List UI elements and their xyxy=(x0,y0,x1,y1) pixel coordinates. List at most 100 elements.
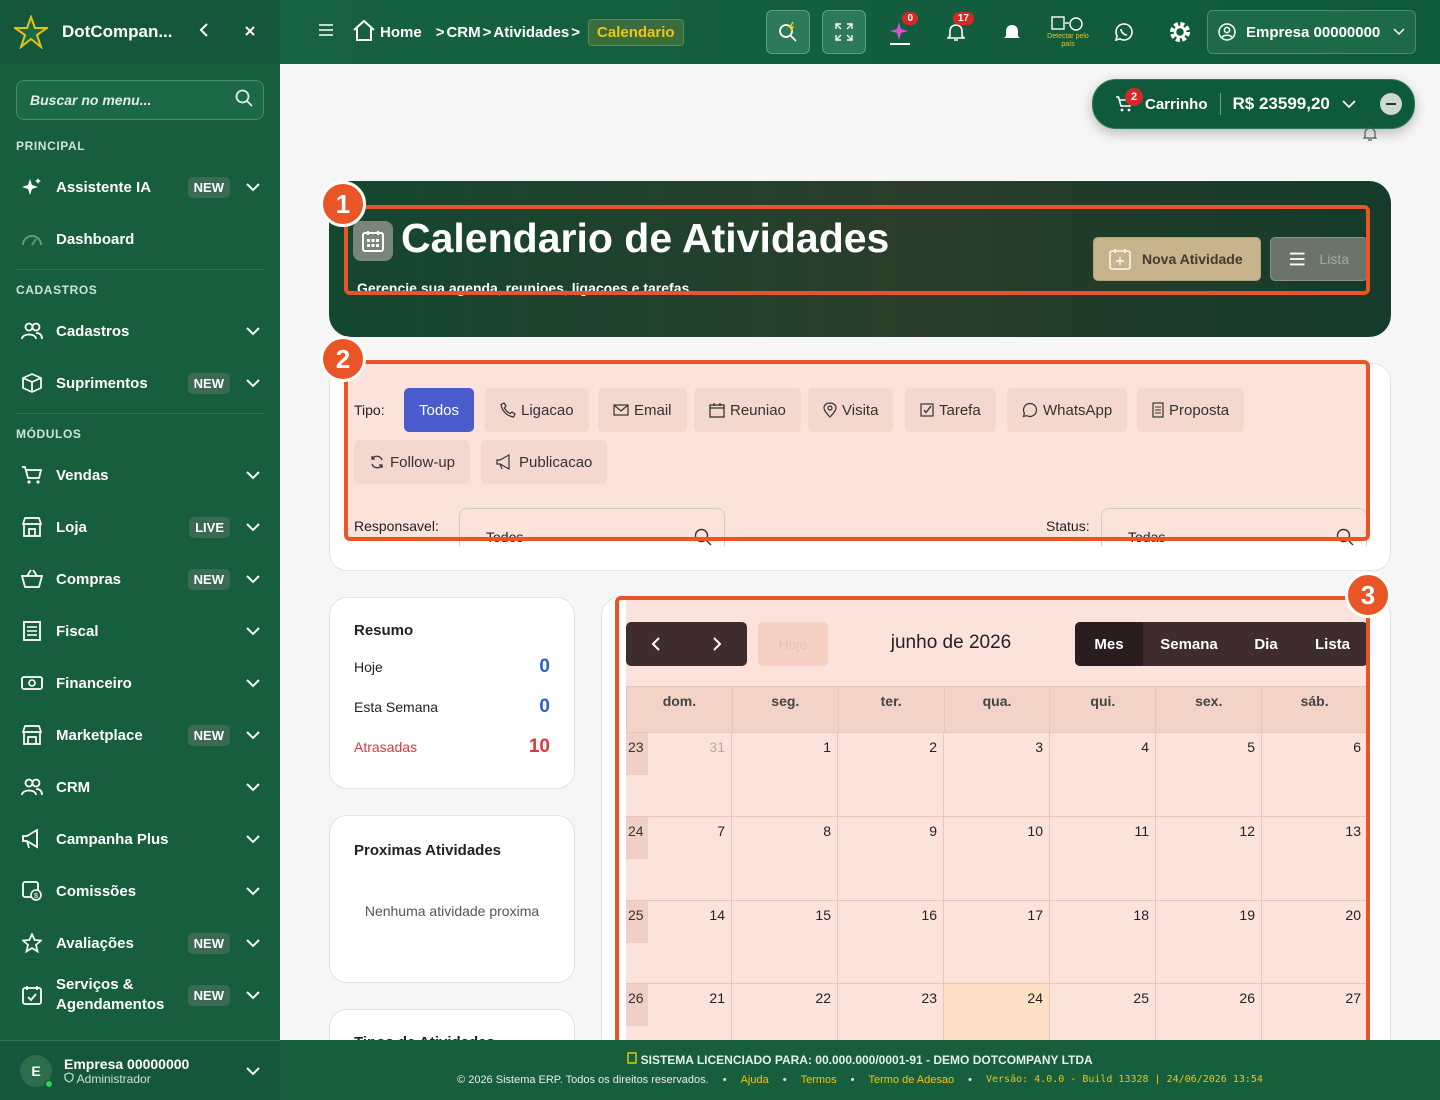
license-line: SISTEMA LICENCIADO PARA: 00.000.000/0001… xyxy=(280,1052,1440,1067)
users-icon xyxy=(20,322,44,340)
online-indicator xyxy=(45,1079,53,1088)
sidebar-item-assistente-ia[interactable]: Assistente IA NEW xyxy=(0,161,280,213)
sidebar-item-label: Serviços & Agendamentos xyxy=(56,976,165,1013)
sidebar-item-suprimentos[interactable]: Suprimentos NEW xyxy=(0,357,280,409)
cart-widget[interactable]: 2 Carrinho R$ 23599,20 xyxy=(1092,79,1415,129)
detect-country-label: Detectar pelo país xyxy=(1047,33,1089,48)
annotation-number-1: 1 xyxy=(320,181,366,227)
sidebar-item-label: Dashboard xyxy=(56,230,135,248)
box-icon xyxy=(20,373,44,393)
breadcrumb-separator: > xyxy=(571,23,581,41)
breadcrumb-separator: > xyxy=(482,23,492,41)
sidebar-item-fiscal[interactable]: Fiscal xyxy=(0,605,280,657)
search-icon[interactable] xyxy=(235,89,253,112)
alerts-button[interactable] xyxy=(990,10,1034,54)
summary-row-semana[interactable]: Esta Semana 0 xyxy=(354,687,550,727)
breadcrumb-home[interactable]: Home xyxy=(380,24,422,41)
adhesion-terms-link[interactable]: Termo de Adesao xyxy=(869,1074,955,1086)
sidebar-item-crm[interactable]: CRM xyxy=(0,761,280,813)
whatsapp-button[interactable] xyxy=(1102,10,1146,54)
help-link[interactable]: Ajuda xyxy=(741,1074,769,1086)
sidebar-item-vendas[interactable]: Vendas xyxy=(0,449,280,501)
sidebar-item-financeiro[interactable]: Financeiro xyxy=(0,657,280,709)
chevron-down-icon xyxy=(246,327,260,336)
footer: SISTEMA LICENCIADO PARA: 00.000.000/0001… xyxy=(280,1040,1440,1100)
chevron-down-icon xyxy=(246,471,260,480)
menu-icon[interactable] xyxy=(318,23,334,42)
company-selector[interactable]: Empresa 00000000 xyxy=(1207,10,1416,54)
sidebar-item-label: Suprimentos xyxy=(56,374,148,392)
summary-value: 0 xyxy=(539,696,550,717)
breadcrumb-separator: > xyxy=(435,23,445,41)
sidebar-item-loja[interactable]: Loja LIVE xyxy=(0,501,280,553)
user-menu[interactable]: E Empresa 00000000 Administrador xyxy=(0,1040,280,1100)
sidebar-item-marketplace[interactable]: Marketplace NEW xyxy=(0,709,280,761)
collapse-sidebar-icon[interactable] xyxy=(198,22,210,42)
new-badge: NEW xyxy=(187,176,230,198)
sidebar-item-comissoes[interactable]: $ Comissões xyxy=(0,865,280,917)
notification-count-badge: 17 xyxy=(952,12,974,25)
section-modulos: MÓDULOS xyxy=(16,427,82,441)
translate-icon xyxy=(1051,16,1083,31)
annotation-number-3: 3 xyxy=(1345,572,1391,618)
summary-value: 0 xyxy=(539,656,550,677)
bell-outline-icon[interactable] xyxy=(1362,126,1378,147)
gauge-icon xyxy=(20,231,44,247)
sidebar-item-dashboard[interactable]: Dashboard xyxy=(0,213,280,265)
chevron-down-icon xyxy=(1342,99,1356,108)
sidebar-item-label: Financeiro xyxy=(56,674,132,692)
bullet: • xyxy=(722,1074,727,1086)
upcoming-empty-message: Nenhuma atividade proxima xyxy=(364,903,540,919)
star-icon xyxy=(20,933,44,953)
fullscreen-button[interactable] xyxy=(822,10,866,54)
user-circle-icon xyxy=(1218,23,1236,41)
ai-assistant-button[interactable]: 0 xyxy=(878,10,922,54)
summary-row-atrasadas[interactable]: Atrasadas 10 xyxy=(354,727,550,767)
footer-links: © 2026 Sistema ERP. Todos os direitos re… xyxy=(280,1074,1440,1086)
new-badge: NEW xyxy=(187,372,230,394)
avatar: E xyxy=(20,1054,53,1088)
marketplace-icon xyxy=(20,725,44,745)
summary-label: Esta Semana xyxy=(354,699,439,715)
sidebar-search-input[interactable]: Buscar no menu... xyxy=(16,80,264,120)
users-icon xyxy=(20,778,44,796)
upcoming-title: Proximas Atividades xyxy=(354,842,502,859)
sidebar-item-label: Avaliações xyxy=(56,934,134,952)
minimize-cart-button[interactable] xyxy=(1380,93,1402,115)
summary-label: Atrasadas xyxy=(354,739,418,755)
sidebar-item-campanha-plus[interactable]: Campanha Plus xyxy=(0,813,280,865)
chevron-down-icon xyxy=(246,627,260,636)
close-icon[interactable] xyxy=(244,22,256,42)
license-icon xyxy=(627,1052,640,1067)
sidebar-item-compras[interactable]: Compras NEW xyxy=(0,553,280,605)
sidebar-item-avaliacoes[interactable]: Avaliações NEW xyxy=(0,917,280,969)
quick-search-button[interactable] xyxy=(766,10,810,54)
summary-label: Hoje xyxy=(354,659,383,675)
sidebar-item-cadastros[interactable]: Cadastros xyxy=(0,305,280,357)
sidebar-item-label: Marketplace xyxy=(56,726,143,744)
sidebar-item-label: Campanha Plus xyxy=(56,830,169,848)
new-badge: NEW xyxy=(187,724,230,746)
cart-amount: R$ 23599,20 xyxy=(1232,94,1330,113)
topbar: Home > CRM > Atividades > Calendario 0 1… xyxy=(280,0,1440,64)
star-logo-icon xyxy=(14,15,48,49)
chevron-down-icon xyxy=(246,679,260,688)
home-icon[interactable] xyxy=(352,19,376,45)
notifications-button[interactable]: 17 xyxy=(934,10,978,54)
detect-country-button[interactable]: Detectar pelo país xyxy=(1046,10,1090,54)
new-badge: NEW xyxy=(187,932,230,954)
chevron-down-icon xyxy=(246,939,260,948)
settings-button[interactable] xyxy=(1158,10,1202,54)
breadcrumb-crm[interactable]: CRM xyxy=(446,24,480,41)
company-name: Empresa 00000000 xyxy=(1246,23,1381,41)
section-cadastros: CADASTROS xyxy=(16,283,98,297)
bell-filled-icon xyxy=(1004,25,1020,39)
summary-row-hoje[interactable]: Hoje 0 xyxy=(354,647,550,687)
terms-link[interactable]: Termos xyxy=(801,1074,837,1086)
copyright-text: © 2026 Sistema ERP. Todos os direitos re… xyxy=(457,1074,709,1086)
chevron-down-icon xyxy=(246,183,260,192)
sidebar-item-servicos[interactable]: Serviços & Agendamentos NEW xyxy=(0,969,280,1021)
sidebar-item-label: Comissões xyxy=(56,882,137,900)
breadcrumb-atividades[interactable]: Atividades xyxy=(493,24,569,41)
sidebar: DotCompan... Buscar no menu... PRINCIPAL… xyxy=(0,0,280,1100)
